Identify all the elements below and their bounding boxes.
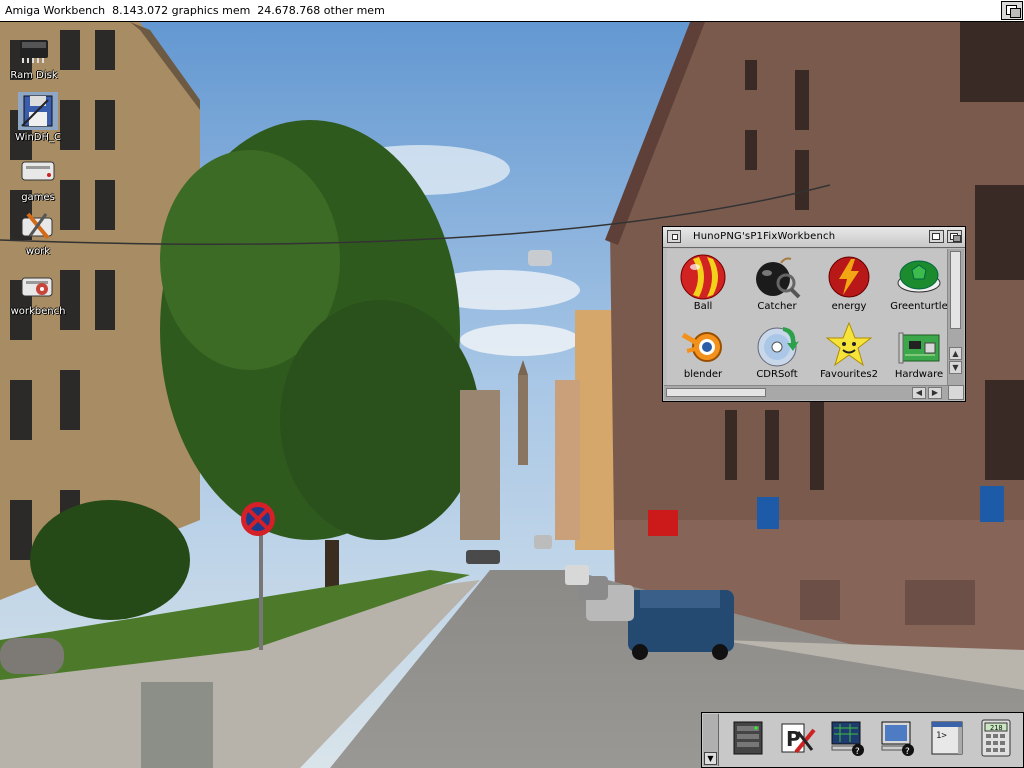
drawer-item-favourites2[interactable]: Favourites2 [813, 321, 885, 380]
desktop-icon-label: work [25, 246, 51, 257]
calculator-display: 218 [990, 724, 1003, 732]
circuit-board-icon [895, 321, 943, 369]
desktop-icon-label: workbench [10, 306, 66, 317]
ram-chip-icon [14, 34, 54, 68]
vertical-scrollbar[interactable]: ▲ ▼ [947, 249, 964, 387]
tools-icon [18, 210, 58, 244]
desktop-icon-workbench[interactable]: workbench [8, 270, 68, 317]
calculator-icon: 218 [981, 719, 1011, 757]
desktop-icon-ram-disk[interactable]: Ram Disk [4, 34, 64, 81]
desktop-icon-label: WinDH_C [15, 132, 61, 143]
resize-gadget-icon[interactable] [948, 385, 964, 400]
dock-bar: ▼ P ? ? 1> 218 [701, 712, 1024, 768]
drawer-item-blender[interactable]: blender [667, 321, 739, 380]
zoom-gadget-icon[interactable] [929, 230, 944, 243]
vertical-scroll-knob[interactable] [950, 251, 961, 329]
horizontal-scroll-knob[interactable] [666, 388, 766, 397]
drawer-item-label: blender [683, 369, 723, 380]
drawer-item-catcher[interactable]: Catcher [741, 253, 813, 312]
window-title-bar[interactable]: HunoPNG'sP1FixWorkbench [663, 227, 965, 248]
cd-disc-icon [753, 321, 801, 369]
desktop-icon-windh-c[interactable]: WinDH_C [8, 92, 68, 143]
svg-text:?: ? [905, 747, 910, 757]
window-title: HunoPNG'sP1FixWorkbench [693, 231, 836, 242]
drawer-item-label: Greenturtle [890, 301, 948, 312]
help-monitor-icon: ? [831, 721, 864, 757]
drawer-item-cdrsoft[interactable]: CDRSoft [741, 321, 813, 380]
drawer-item-label: energy [831, 301, 867, 312]
dock-handle[interactable]: ▼ [703, 714, 719, 766]
desktop-icon-games[interactable]: games [8, 156, 68, 203]
screen-title: Amiga Workbench 8.143.072 graphics mem 2… [5, 4, 385, 17]
dock-menu-arrow-icon[interactable]: ▼ [704, 752, 717, 765]
drawer-item-energy[interactable]: energy [813, 253, 885, 312]
ball-icon [679, 253, 727, 301]
hard-drive-icon [18, 270, 58, 304]
floppy-disk-icon [18, 92, 58, 130]
shell-prompt: 1> [936, 731, 947, 741]
scroll-right-arrow-icon[interactable]: ▶ [928, 387, 942, 399]
screen-title-bar[interactable]: Amiga Workbench 8.143.072 graphics mem 2… [0, 0, 1024, 22]
scroll-up-arrow-icon[interactable]: ▲ [949, 347, 962, 360]
server-rack-icon [733, 721, 763, 755]
drawer-item-label: Favourites2 [820, 369, 878, 380]
dock-item-shell[interactable]: 1> [928, 718, 968, 758]
shell-window-icon: 1> [931, 721, 963, 755]
scroll-left-arrow-icon[interactable]: ◀ [912, 387, 926, 399]
help-display-icon: ? [881, 721, 914, 757]
drawer-item-label: Hardware [894, 369, 944, 380]
bomb-icon [753, 253, 801, 301]
hard-drive-icon [18, 156, 58, 190]
drawer-item-greenturtle[interactable]: Greenturtle [883, 253, 955, 312]
svg-text:?: ? [855, 747, 860, 757]
dock-item-server-rack[interactable] [728, 718, 768, 758]
preferences-icon: P [781, 723, 816, 754]
dock-item-help-monitor[interactable]: ? [828, 718, 868, 758]
screen-depth-gadget[interactable] [1001, 1, 1023, 20]
drawer-content: Ball Catcher energy Greenturtle blender … [667, 249, 948, 387]
dock-item-calculator[interactable]: 218 [976, 718, 1016, 758]
drawer-item-label: Ball [693, 301, 713, 312]
desktop-icon-label: games [21, 192, 55, 203]
turtle-shell-icon [895, 253, 943, 301]
depth-gadget-icon[interactable] [947, 230, 962, 243]
star-icon [825, 321, 873, 369]
scroll-down-arrow-icon[interactable]: ▼ [949, 361, 962, 374]
drawer-item-label: CDRSoft [756, 369, 798, 380]
drawer-item-label: Catcher [757, 301, 797, 312]
close-gadget-icon[interactable] [667, 230, 681, 243]
drawer-window[interactable]: HunoPNG'sP1FixWorkbench Ball Catcher ene… [662, 226, 966, 402]
horizontal-scrollbar[interactable]: ◀ ▶ [664, 385, 948, 400]
energy-icon [825, 253, 873, 301]
dock-item-help-display[interactable]: ? [878, 718, 918, 758]
drawer-item-hardware[interactable]: Hardware [883, 321, 955, 380]
desktop-icon-work[interactable]: work [8, 210, 68, 257]
desktop-icon-label: Ram Disk [10, 70, 58, 81]
dock-item-preferences[interactable]: P [778, 718, 818, 758]
drawer-item-ball[interactable]: Ball [667, 253, 739, 312]
blender-icon [679, 321, 727, 369]
